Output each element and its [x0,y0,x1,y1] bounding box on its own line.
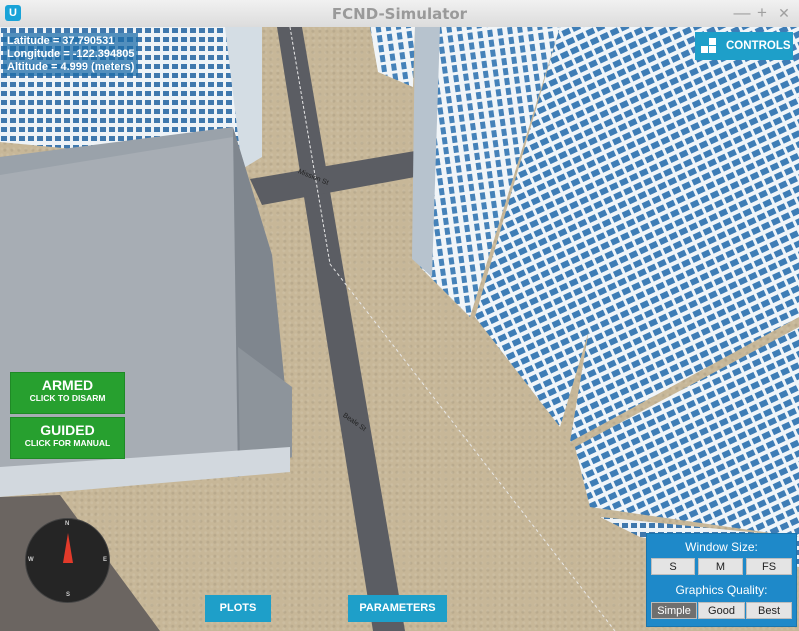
armed-subtitle: CLICK TO DISARM [29,393,106,403]
controls-button[interactable]: CONTROLS [695,32,793,60]
controls-label: CONTROLS [726,40,791,52]
minimize-button[interactable]: — [733,3,751,23]
quality-simple-button[interactable]: Simple [651,602,697,619]
latitude-readout: Latitude = 37.790531 [7,35,115,47]
compass: N S E W [25,518,110,603]
parameters-button[interactable]: PARAMETERS [348,595,447,622]
compass-east: E [103,557,108,563]
window-title: FCND-Simulator [331,5,468,23]
blocks-icon [701,38,721,54]
guided-subtitle: CLICK FOR MANUAL [24,438,111,448]
armed-button[interactable]: ARMED CLICK TO DISARM [10,372,125,414]
longitude-readout: Longitude = -122.394805 [7,48,135,60]
altitude-readout: Altitude = 4.999 (meters) [7,61,135,73]
guided-button[interactable]: GUIDED CLICK FOR MANUAL [10,417,125,459]
title-bar: U FCND-Simulator — + ✕ [0,0,799,28]
quality-best-button[interactable]: Best [746,602,792,619]
compass-south: S [66,592,71,598]
quality-good-button[interactable]: Good [698,602,745,619]
size-m-button[interactable]: M [698,558,743,575]
maximize-button[interactable]: + [753,3,771,23]
graphics-quality-label: Graphics Quality: [675,583,768,597]
settings-panel: Window Size: S M FS Graphics Quality: Si… [646,533,797,627]
size-s-button[interactable]: S [651,558,695,575]
compass-west: W [28,557,34,563]
compass-north: N [65,521,70,527]
size-fs-button[interactable]: FS [746,558,792,575]
guided-title: GUIDED [40,422,95,438]
compass-needle-icon [63,533,73,563]
window-size-label: Window Size: [685,540,758,554]
close-button[interactable]: ✕ [775,3,793,23]
telemetry-panel: Latitude = 37.790531 Longitude = -122.39… [3,33,139,76]
armed-title: ARMED [41,377,94,393]
plots-button[interactable]: PLOTS [205,595,271,622]
